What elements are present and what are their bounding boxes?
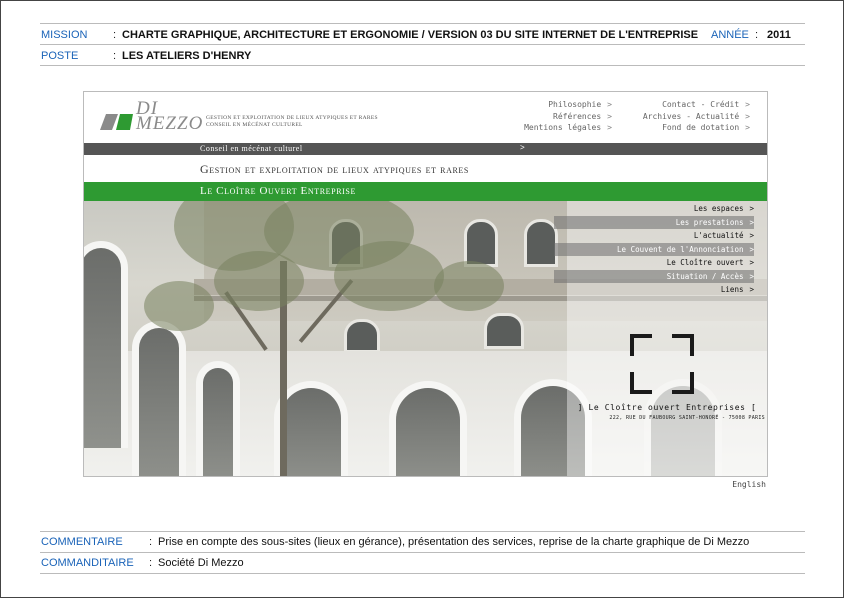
menu-item-actualite[interactable]: L'actualité > (554, 229, 754, 243)
topnav-link-mentions[interactable]: Mentions légales > (499, 122, 612, 134)
topnav-link-label: Archives - Actualité (642, 111, 740, 121)
subsite-address: 222, rue du Faubourg Saint-Honoré - 7500… (609, 415, 765, 421)
tree-foliage (214, 251, 304, 311)
poste-value: LES ATELIERS D'HENRY (122, 50, 252, 62)
topnav-col-1: Philosophie > Références > Mentions légale… (499, 99, 612, 134)
topnav-link-label: Philosophie (548, 100, 602, 109)
chevron-right-icon: > (745, 100, 750, 109)
building-window (524, 219, 558, 267)
topnav-link-contact[interactable]: Contact - Crédit > (624, 99, 750, 111)
menu-item-label: Le Couvent de l'Annonciation (617, 244, 744, 254)
logo-tagline-line-1: Gestion et exploitation de lieux atypiqu… (206, 115, 378, 121)
menu-item-label: Liens (720, 285, 744, 294)
topnav-link-archives[interactable]: Archives - Actualité > (624, 111, 750, 123)
site-header: DI MEZZO Gestion et exploitation de lieu… (84, 92, 767, 143)
tree-foliage (144, 281, 214, 331)
chevron-right-icon: > (745, 111, 750, 121)
cloister-arch (132, 321, 186, 476)
chevron-right-icon: > (749, 244, 754, 254)
menu-item-label: Situation / Accès (666, 271, 744, 281)
divider (40, 44, 805, 45)
menu-item-label: Les prestations (675, 217, 744, 227)
topnav-link-label: Fond de dotation (662, 123, 740, 132)
chevron-right-icon: > (520, 143, 525, 152)
subsite-menu: Les espaces > Les prestations > L'actualit… (554, 202, 754, 297)
divider (40, 552, 805, 553)
subsite-name: ] Le Cloître ouvert Entreprises [ (577, 403, 757, 412)
logo-tagline: Gestion et exploitation de lieux atypiqu… (206, 115, 378, 129)
building-window (484, 313, 524, 349)
client-value: Société Di Mezzo (158, 557, 244, 569)
separator: : (113, 29, 117, 41)
topnav-link-label: Références (553, 111, 602, 121)
divider (40, 531, 805, 532)
menu-item-label: Les espaces (693, 204, 744, 213)
chevron-right-icon: > (749, 217, 754, 227)
menu-item-label: L'actualité (693, 231, 744, 240)
divider (40, 65, 805, 66)
topnav-link-label: Contact - Crédit (662, 100, 740, 109)
menu-item-prestations[interactable]: Les prestations > (554, 215, 754, 229)
chevron-right-icon: > (749, 204, 754, 213)
chevron-right-icon: > (607, 100, 612, 109)
separator: : (755, 29, 759, 41)
comment-label: COMMENTAIRE (41, 536, 123, 548)
menu-item-situation[interactable]: Situation / Accès > (554, 269, 754, 283)
mission-value: CHARTE GRAPHIQUE, ARCHITECTURE ET ERGONO… (122, 29, 699, 41)
menu-item-espaces[interactable]: Les espaces > (554, 202, 754, 216)
menu-item-label: Le Cloître ouvert (666, 258, 744, 267)
subsite-title-bar: Le Cloître Ouvert Entreprise (84, 182, 767, 201)
separator: : (113, 50, 117, 62)
chevron-right-icon: > (749, 258, 754, 267)
menu-item-cloitre-ouvert[interactable]: Le Cloître ouvert > (554, 256, 754, 270)
building-window (464, 219, 498, 267)
tree-foliage (334, 241, 444, 311)
divider (40, 573, 805, 574)
year-label: ANNÉE (711, 29, 749, 41)
language-link-english[interactable]: English (732, 480, 766, 489)
logo-icon (100, 114, 133, 130)
subsite-title: Le Cloître Ouvert Entreprise (200, 185, 356, 197)
cloister-arch (389, 381, 467, 476)
topnav-link-references[interactable]: Références > (499, 111, 612, 123)
topnav-link-fond[interactable]: Fond de dotation > (624, 122, 750, 134)
logo-line-2: MEZZO (136, 113, 204, 134)
poste-label: POSTE (41, 50, 79, 62)
menu-item-liens[interactable]: Liens > (554, 283, 754, 297)
logo-tagline-line-2: Conseil en mécénat culturel (206, 122, 303, 128)
chevron-right-icon: > (749, 285, 754, 294)
client-label: COMMANDITAIRE (41, 557, 134, 569)
comment-value: Prise en compte des sous-sites (lieux en… (158, 536, 750, 548)
logo-wordmark[interactable]: DI MEZZO (136, 99, 204, 134)
tree-foliage (434, 261, 504, 311)
cloister-arch (196, 361, 240, 476)
chevron-right-icon: > (749, 231, 754, 240)
bracket-logo-icon (630, 334, 694, 394)
divider (40, 23, 805, 24)
topnav-link-philosophie[interactable]: Philosophie > (499, 99, 612, 111)
website-mockup: DI MEZZO Gestion et exploitation de lieu… (83, 91, 768, 477)
chevron-right-icon: > (607, 123, 612, 132)
separator: : (149, 536, 153, 548)
chevron-right-icon: > (745, 123, 750, 132)
section-title: Gestion et exploitation de lieux atypiqu… (200, 162, 469, 176)
section-title-bar: Gestion et exploitation de lieux atypiqu… (84, 155, 767, 182)
mission-label: MISSION (41, 29, 88, 41)
chevron-right-icon: > (607, 111, 612, 121)
breadcrumb-text: Conseil en mécénat culturel (200, 144, 303, 153)
topnav-link-label: Mentions légales (524, 123, 602, 132)
cloister-arch (84, 241, 128, 448)
chevron-right-icon: > (749, 271, 754, 281)
year-value: 2011 (767, 29, 791, 41)
breadcrumb-bar[interactable]: Conseil en mécénat culturel > (84, 143, 767, 155)
separator: : (149, 557, 153, 569)
building-window (344, 319, 380, 353)
menu-item-couvent[interactable]: Le Couvent de l'Annonciation > (554, 242, 754, 256)
topnav-col-2: Contact - Crédit > Archives - Actualité > … (624, 99, 750, 134)
